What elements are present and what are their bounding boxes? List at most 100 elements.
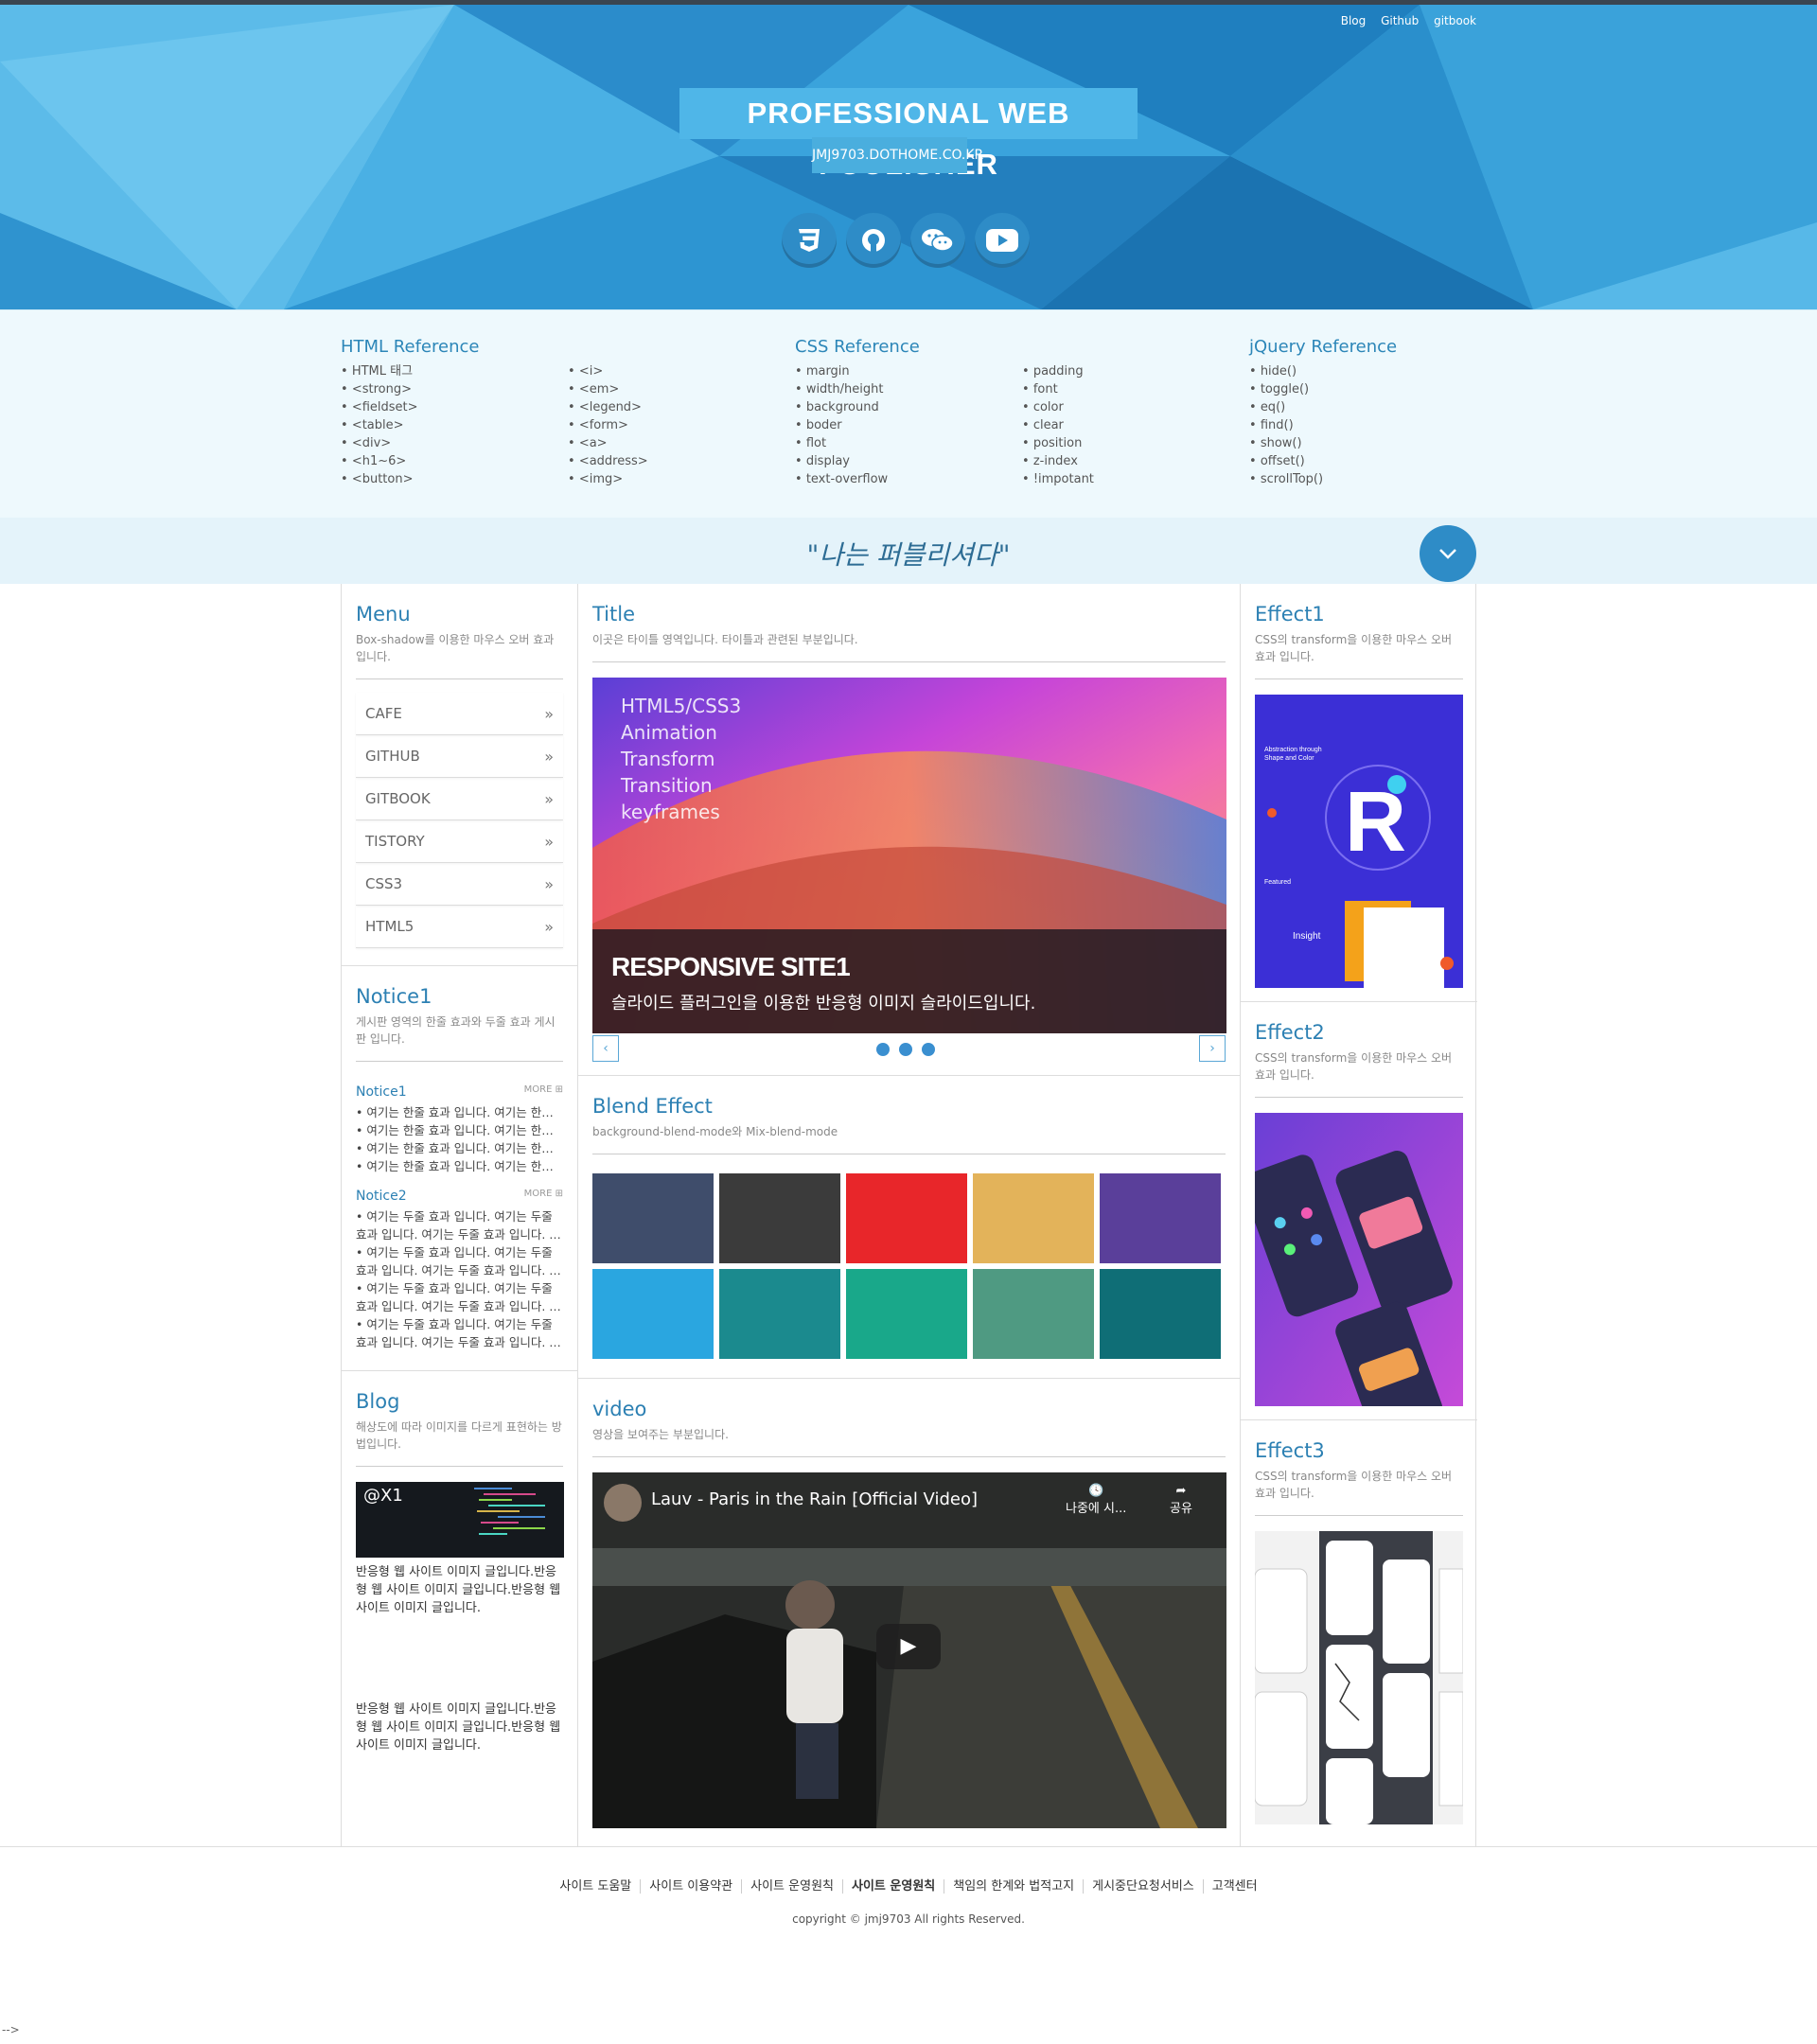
notice2-more-button[interactable]: MORE ⊞: [524, 1189, 563, 1204]
reference-item[interactable]: find(): [1249, 416, 1476, 434]
reference-item[interactable]: margin: [795, 362, 1022, 380]
channel-avatar[interactable]: [604, 1484, 642, 1522]
top-link-gitbook[interactable]: gitbook: [1434, 14, 1476, 27]
wechat-icon[interactable]: [910, 213, 965, 268]
reference-item[interactable]: z-index: [1022, 452, 1249, 470]
footer-link-terms[interactable]: 사이트 이용약관: [641, 1879, 743, 1894]
image-slider[interactable]: HTML5/CSS3 Animation Transform Transitio…: [592, 678, 1226, 1033]
blend-tile[interactable]: [846, 1269, 967, 1359]
site-domain[interactable]: JMJ9703.DOTHOME.CO.KR: [812, 137, 983, 173]
menu-item-gitbook[interactable]: GITBOOK »: [356, 778, 563, 820]
blend-tile[interactable]: [719, 1173, 840, 1263]
reference-item[interactable]: <img>: [568, 470, 795, 488]
slider-dot[interactable]: [899, 1043, 912, 1056]
list-item[interactable]: 여기는 한줄 효과 입니다. 여기는 한줄 효과 입니다.: [356, 1139, 563, 1157]
reference-item[interactable]: flot: [795, 434, 1022, 452]
reference-item[interactable]: <address>: [568, 452, 795, 470]
reference-item[interactable]: <div>: [341, 434, 568, 452]
menu-item-html5[interactable]: HTML5 »: [356, 906, 563, 948]
reference-item[interactable]: display: [795, 452, 1022, 470]
reference-item[interactable]: toggle(): [1249, 380, 1476, 398]
effect2-image[interactable]: [1255, 1113, 1463, 1406]
reference-item[interactable]: show(): [1249, 434, 1476, 452]
reference-item[interactable]: !impotant: [1022, 470, 1249, 488]
blend-tile[interactable]: [973, 1173, 1094, 1263]
footer-link-policy[interactable]: 사이트 운영원칙: [742, 1879, 843, 1894]
reference-item[interactable]: padding: [1022, 362, 1249, 380]
list-item[interactable]: 여기는 한줄 효과 입니다. 여기는 한줄 효과 입니다.: [356, 1157, 563, 1175]
reference-item[interactable]: <h1~6>: [341, 452, 568, 470]
blend-tile[interactable]: [1100, 1173, 1221, 1263]
slider-next-button[interactable]: ›: [1199, 1035, 1226, 1062]
reference-item[interactable]: <form>: [568, 416, 795, 434]
blend-tile[interactable]: [846, 1173, 967, 1263]
footer-link-help[interactable]: 사이트 도움말: [551, 1879, 642, 1894]
list-item[interactable]: 여기는 두줄 효과 입니다. 여기는 두줄 효과 입니다. 여기는 두줄 효과 …: [356, 1243, 563, 1279]
blend-tile[interactable]: [719, 1269, 840, 1359]
menu-item-tistory[interactable]: TISTORY »: [356, 820, 563, 863]
footer-link-policy-bold[interactable]: 사이트 운영원칙: [843, 1879, 945, 1894]
reference-item[interactable]: <i>: [568, 362, 795, 380]
top-link-blog[interactable]: Blog: [1341, 14, 1367, 27]
menu-item-css3[interactable]: CSS3 »: [356, 863, 563, 906]
list-item[interactable]: 여기는 한줄 효과 입니다. 여기는 한줄 효과 입니다.: [356, 1103, 563, 1121]
blend-gallery: [592, 1173, 1226, 1374]
list-item[interactable]: 여기는 두줄 효과 입니다. 여기는 두줄 효과 입니다. 여기는 두줄 효과 …: [356, 1315, 563, 1351]
play-button[interactable]: ▶: [876, 1624, 941, 1669]
footer-link-takedown[interactable]: 게시중단요청서비스: [1084, 1879, 1204, 1894]
youtube-icon[interactable]: [975, 213, 1030, 268]
effect1-image[interactable]: R Abstraction through Shape and Color Fe…: [1255, 695, 1463, 988]
blend-tile[interactable]: [973, 1269, 1094, 1359]
reference-item[interactable]: offset(): [1249, 452, 1476, 470]
reference-item[interactable]: font: [1022, 380, 1249, 398]
list-item[interactable]: 여기는 두줄 효과 입니다. 여기는 두줄 효과 입니다. 여기는 두줄 효과 …: [356, 1279, 563, 1315]
reference-item[interactable]: boder: [795, 416, 1022, 434]
reference-item[interactable]: <em>: [568, 380, 795, 398]
list-item[interactable]: 여기는 한줄 효과 입니다. 여기는 한줄 효과 입니다.: [356, 1121, 563, 1139]
reference-item[interactable]: color: [1022, 398, 1249, 416]
reference-item[interactable]: clear: [1022, 416, 1249, 434]
video-title-text[interactable]: Lauv - Paris in the Rain [Official Video…: [651, 1489, 978, 1509]
slider-dot[interactable]: [922, 1043, 935, 1056]
effect1-title: Effect1: [1255, 603, 1325, 626]
slide-desc: 슬라이드 플러그인을 이용한 반응형 이미지 슬라이드입니다.: [611, 994, 1036, 1013]
left-column: Menu Box-shadow를 이용한 마우스 오버 효과입니다. CAFE »…: [342, 584, 578, 1846]
slider-prev-button[interactable]: ‹: [592, 1035, 619, 1062]
effect3-section: Effect3 CSS의 transform을 이용한 마우스 오버 효과 입니…: [1241, 1420, 1477, 1846]
reference-item[interactable]: <strong>: [341, 380, 568, 398]
blend-tile[interactable]: [592, 1173, 714, 1263]
footer-link-support[interactable]: 고객센터: [1204, 1879, 1266, 1894]
reference-item[interactable]: background: [795, 398, 1022, 416]
menu-item-github[interactable]: GITHUB »: [356, 735, 563, 778]
reference-item[interactable]: width/height: [795, 380, 1022, 398]
slider-dots: [876, 1043, 935, 1056]
reference-item[interactable]: <legend>: [568, 398, 795, 416]
notice1-more-button[interactable]: MORE ⊞: [524, 1084, 563, 1100]
list-item[interactable]: 여기는 두줄 효과 입니다. 여기는 두줄 효과 입니다. 여기는 두줄 효과 …: [356, 1207, 563, 1243]
reference-item[interactable]: <button>: [341, 470, 568, 488]
css3-icon[interactable]: [782, 213, 837, 268]
blog-image[interactable]: @X1: [356, 1482, 564, 1558]
footer-link-legal[interactable]: 책임의 한계와 법적고지: [944, 1879, 1085, 1894]
github-icon[interactable]: [846, 213, 901, 268]
reference-item[interactable]: position: [1022, 434, 1249, 452]
reference-item[interactable]: <table>: [341, 416, 568, 434]
video-player[interactable]: Lauv - Paris in the Rain [Official Video…: [592, 1472, 1226, 1828]
slider-dot[interactable]: [876, 1043, 890, 1056]
menu-item-cafe[interactable]: CAFE »: [356, 693, 563, 735]
blend-tile[interactable]: [592, 1269, 714, 1359]
blend-tile[interactable]: [1100, 1269, 1221, 1359]
reference-item[interactable]: eq(): [1249, 398, 1476, 416]
reference-item[interactable]: HTML 태그: [341, 362, 568, 380]
effect3-image[interactable]: [1255, 1531, 1463, 1824]
right-column: Effect1 CSS의 transform을 이용한 마우스 오버 효과 입니…: [1241, 584, 1477, 1846]
watch-later-button[interactable]: 🕓 나중에 시...: [1066, 1484, 1126, 1516]
scroll-down-button[interactable]: [1420, 525, 1476, 582]
reference-item[interactable]: hide(): [1249, 362, 1476, 380]
reference-item[interactable]: scrollTop(): [1249, 470, 1476, 488]
top-link-github[interactable]: Github: [1381, 14, 1419, 27]
reference-item[interactable]: text-overflow: [795, 470, 1022, 488]
reference-item[interactable]: <fieldset>: [341, 398, 568, 416]
share-button[interactable]: ➦ 공유: [1170, 1484, 1192, 1516]
reference-item[interactable]: <a>: [568, 434, 795, 452]
